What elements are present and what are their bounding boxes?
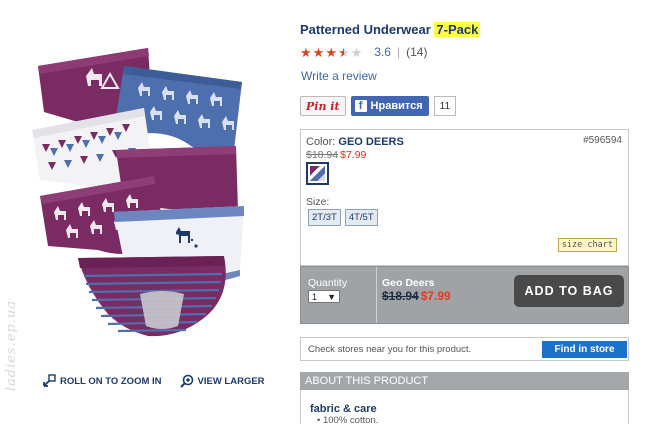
bag-item-name: Geo Deers: [382, 277, 435, 289]
fabric-item: • 100% cotton.: [317, 415, 379, 424]
quantity-cell: Quantity 1 ▼: [301, 267, 377, 323]
review-count[interactable]: (14): [406, 45, 427, 59]
star-empty-icon: ★: [350, 44, 363, 60]
size-chart-link[interactable]: size chart: [557, 238, 617, 252]
rating-value: 3.6: [374, 45, 391, 59]
chevron-down-icon: ▼: [327, 291, 336, 302]
view-larger-link[interactable]: VIEW LARGER: [179, 374, 265, 388]
bag-original-price: $18.94: [382, 289, 419, 303]
swatch-pattern: [310, 166, 325, 181]
add-to-bag-panel: Quantity 1 ▼ Geo Deers $18.94 $7.99 ADD T…: [300, 266, 629, 324]
star-icon: ★: [325, 44, 337, 60]
find-in-store-button[interactable]: Find in store: [542, 341, 627, 358]
sale-price: $7.99: [340, 149, 367, 161]
sku-number: #596594: [583, 135, 622, 146]
color-line: Color: GEO DEERS: [306, 136, 404, 148]
price: $18.94 $7.99: [306, 149, 366, 161]
size-label: Size:: [306, 196, 330, 208]
original-price: $18.94: [306, 149, 339, 161]
quantity-label: Quantity: [308, 277, 348, 289]
social-buttons: Pin it f Нравится 11: [300, 96, 457, 116]
about-section-header[interactable]: ABOUT THIS PRODUCT: [300, 372, 629, 390]
watermark: ladies.ep.ua: [4, 300, 19, 392]
star-icon: ★: [312, 44, 325, 60]
size-button-2t-3t[interactable]: 2T/3T: [308, 209, 341, 226]
facebook-like-label: Нравится: [370, 100, 423, 112]
size-options: 2T/3T 4T/5T: [308, 209, 378, 226]
about-section-body: fabric & care • 100% cotton.: [300, 390, 629, 424]
underwear-piece: [78, 256, 226, 337]
product-options: Color: GEO DEERS #596594 $18.94 $7.99 Siz…: [300, 129, 629, 266]
quantity-select[interactable]: 1 ▼: [308, 290, 340, 303]
rating-separator: |: [396, 45, 401, 59]
pinterest-button[interactable]: Pin it: [300, 96, 346, 116]
zoom-link[interactable]: ROLL ON TO ZOOM IN: [42, 374, 162, 388]
zoom-label: ROLL ON TO ZOOM IN: [60, 375, 162, 387]
size-button-4t-5t[interactable]: 4T/5T: [344, 209, 378, 226]
star-half-icon: ★: [337, 44, 350, 60]
fabric-care-title: fabric & care: [310, 403, 377, 415]
write-review-link[interactable]: Write a review: [301, 69, 377, 83]
rating-stars: ★ ★ ★ ★ ★: [300, 46, 362, 59]
quantity-value: 1: [312, 291, 318, 302]
bag-sale-price: $7.99: [420, 289, 451, 303]
product-title: Patterned Underwear 7-Pack: [300, 22, 481, 37]
product-image[interactable]: [28, 26, 264, 352]
facebook-icon: f: [354, 100, 367, 112]
rating[interactable]: ★ ★ ★ ★ ★ 3.6 | (14): [300, 45, 427, 59]
store-finder: Check stores near you for this product. …: [300, 337, 629, 361]
star-icon: ★: [300, 44, 312, 60]
add-to-bag-button[interactable]: ADD TO BAG: [514, 275, 624, 307]
facebook-like-button[interactable]: f Нравится: [350, 96, 429, 116]
bag-price: $18.94 $7.99: [382, 289, 451, 303]
magnifier-plus-icon: [179, 374, 193, 388]
color-name: GEO DEERS: [338, 136, 404, 148]
product-title-text: Patterned Underwear: [300, 22, 431, 37]
color-swatch-geo-deers[interactable]: [306, 162, 329, 185]
product-title-highlight: 7-Pack: [434, 22, 481, 37]
fabric-item-text: 100% cotton.: [322, 415, 379, 424]
facebook-like-count: 11: [433, 96, 457, 116]
image-actions: ROLL ON TO ZOOM IN VIEW LARGER: [42, 374, 265, 388]
color-label: Color:: [306, 136, 336, 148]
store-finder-text: Check stores near you for this product.: [308, 344, 472, 355]
view-larger-label: VIEW LARGER: [197, 375, 265, 387]
cursor-icon: [43, 374, 56, 387]
